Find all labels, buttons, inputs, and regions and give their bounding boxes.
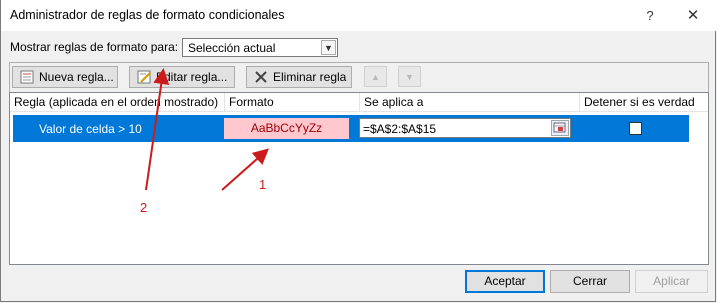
header-format[interactable]: Formato bbox=[225, 93, 360, 112]
header-applies-to[interactable]: Se aplica a bbox=[360, 93, 580, 112]
close-icon[interactable]: ✕ bbox=[680, 5, 706, 27]
move-down-button[interactable]: ▼ bbox=[398, 66, 421, 87]
chevron-down-icon[interactable]: ▼ bbox=[321, 40, 336, 55]
applies-to-input[interactable]: =$A$2:$A$15 bbox=[359, 118, 571, 138]
applies-to-value: =$A$2:$A$15 bbox=[363, 122, 437, 136]
rule-description: Valor de celda > 10 bbox=[39, 122, 142, 136]
new-rule-button[interactable]: Nueva regla... bbox=[12, 66, 118, 88]
rules-table: Regla (aplicada en el orden mostrado) Fo… bbox=[9, 92, 709, 265]
edit-rule-button[interactable]: Editar regla... bbox=[129, 66, 235, 88]
header-stop-if-true[interactable]: Detener si es verdad bbox=[580, 93, 708, 112]
edit-rule-label: Editar regla... bbox=[156, 70, 228, 84]
annotation-label-1: 1 bbox=[259, 177, 267, 192]
new-rule-icon bbox=[20, 70, 34, 84]
show-rules-value: Selección actual bbox=[188, 41, 276, 55]
title-bar: Administrador de reglas de formato condi… bbox=[1, 0, 717, 31]
stop-if-true-checkbox[interactable] bbox=[629, 122, 642, 135]
header-rule[interactable]: Regla (aplicada en el orden mostrado) bbox=[10, 93, 225, 112]
dialog-title: Administrador de reglas de formato condi… bbox=[10, 8, 285, 22]
show-rules-select[interactable]: Selección actual ▼ bbox=[182, 38, 338, 57]
show-rules-label: Mostrar reglas de formato para: bbox=[10, 40, 179, 54]
accept-button[interactable]: Aceptar bbox=[465, 270, 545, 293]
move-up-button[interactable]: ▲ bbox=[364, 66, 387, 87]
help-button[interactable]: ? bbox=[637, 5, 663, 27]
delete-rule-label: Eliminar regla bbox=[273, 70, 347, 84]
delete-rule-button[interactable]: Eliminar regla bbox=[246, 66, 352, 88]
delete-x-icon bbox=[254, 70, 268, 84]
close-button[interactable]: Cerrar bbox=[550, 270, 630, 293]
range-select-icon[interactable] bbox=[551, 120, 569, 136]
edit-rule-icon bbox=[137, 70, 151, 84]
table-row[interactable]: Valor de celda > 10 AaBbCcYyZz =$A$2:$A$… bbox=[13, 115, 689, 142]
annotation-label-2: 2 bbox=[140, 200, 148, 215]
format-preview: AaBbCcYyZz bbox=[224, 118, 349, 139]
new-rule-label: Nueva regla... bbox=[39, 70, 114, 84]
apply-button[interactable]: Aplicar bbox=[635, 270, 708, 293]
conditional-formatting-dialog: Administrador de reglas de formato condi… bbox=[0, 0, 717, 302]
